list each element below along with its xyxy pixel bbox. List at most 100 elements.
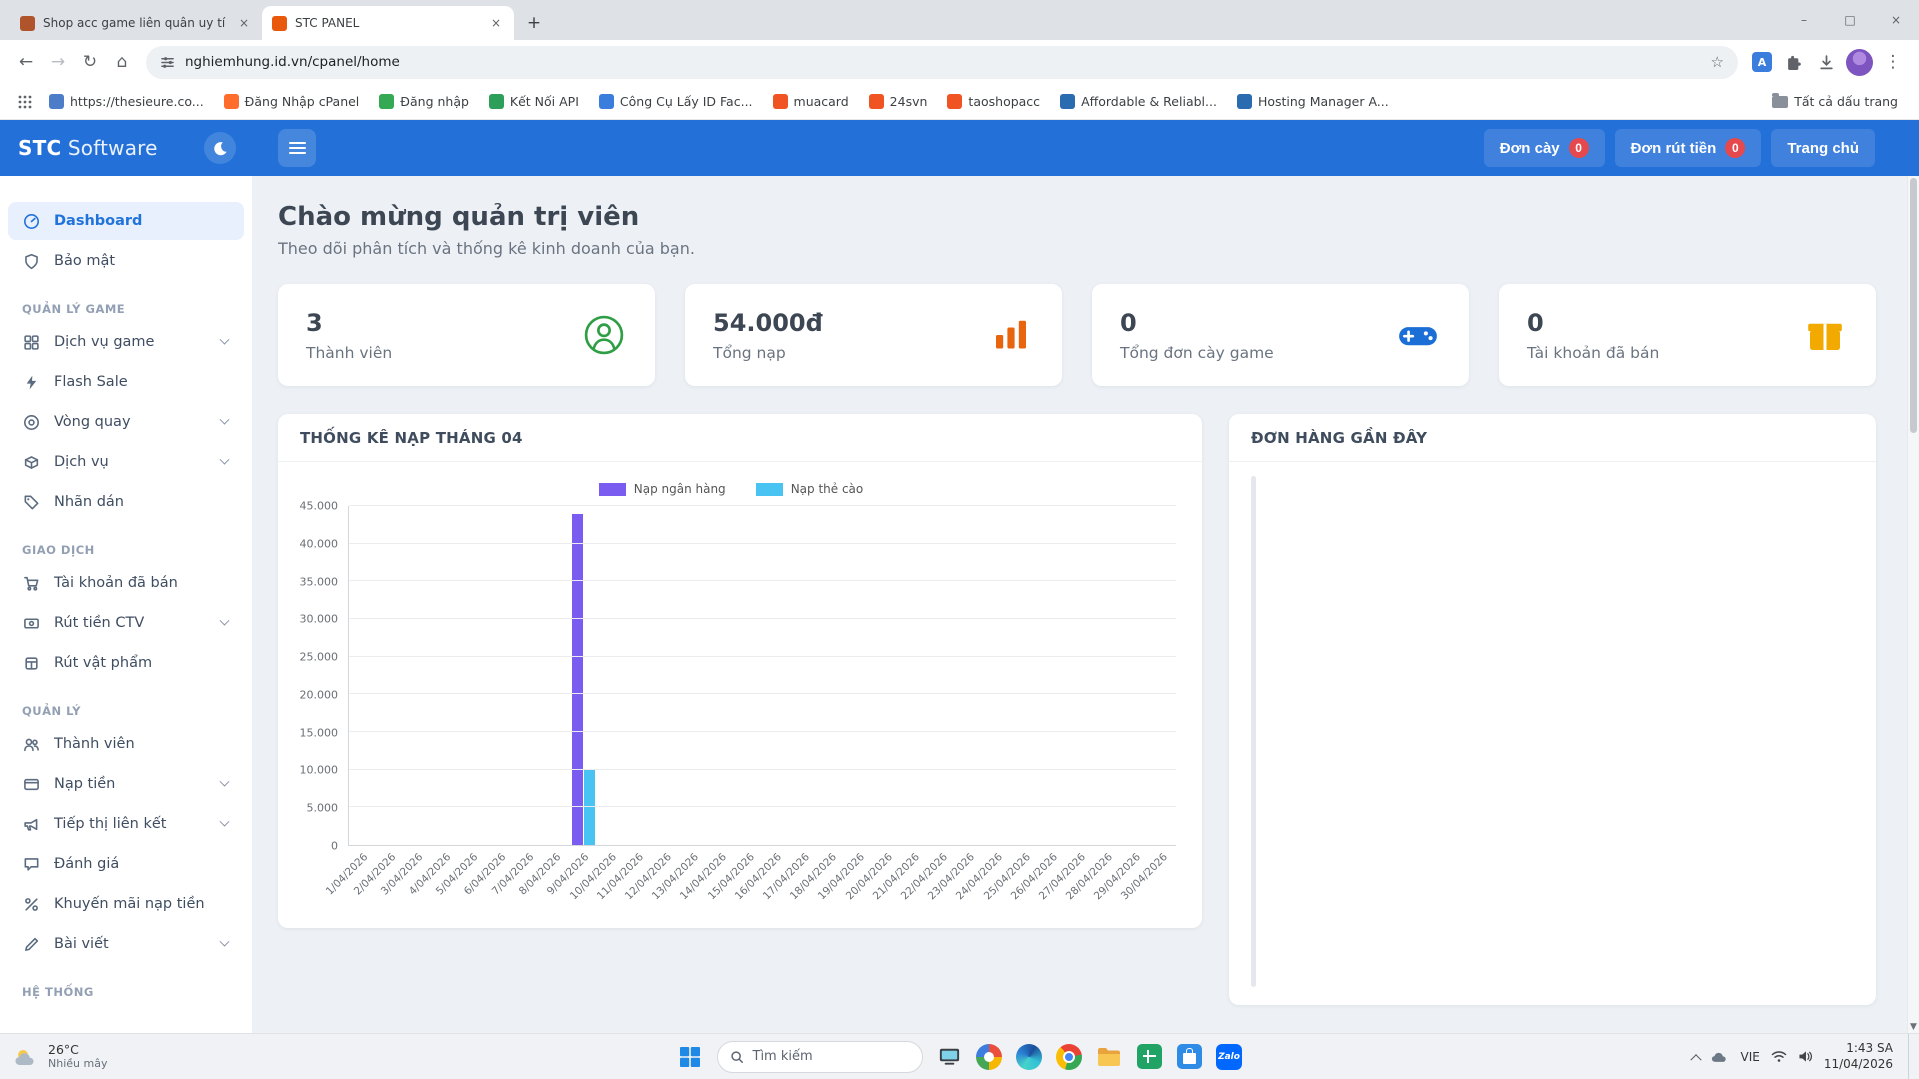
sidebar-item-vong-quay[interactable]: Vòng quay [8, 403, 244, 441]
moon-icon [213, 141, 228, 156]
new-tab-button[interactable]: + [520, 9, 548, 37]
taskbar: 26°C Nhiều mây Tìm kiếm Zalo [0, 1033, 1919, 1079]
orders-scrollbar[interactable] [1251, 476, 1256, 987]
volume-icon[interactable] [1798, 1050, 1813, 1063]
legend-item-bank[interactable]: Nạp ngân hàng [599, 482, 726, 496]
don-cay-button[interactable]: Đơn cày0 [1484, 129, 1605, 167]
user-circle-icon [581, 312, 627, 358]
tray-chevron-up-icon[interactable] [1691, 1054, 1702, 1065]
chart-category-slot [625, 506, 653, 845]
stat-card-thanh-vien: 3 Thành viên [278, 284, 655, 386]
reload-icon[interactable]: ↻ [74, 46, 106, 78]
translate-icon[interactable]: A [1746, 46, 1778, 78]
weather-widget[interactable]: 26°C Nhiều mây [14, 1042, 107, 1070]
all-bookmarks-button[interactable]: Tất cả dấu trang [1763, 90, 1907, 113]
chevron-down-icon [220, 816, 230, 826]
spreadsheet-app-icon[interactable] [1136, 1043, 1163, 1070]
bookmark-favicon [773, 94, 788, 109]
bookmark-item[interactable]: muacard [764, 90, 858, 113]
bookmark-item[interactable]: Kết Nối API [480, 90, 588, 113]
url-text: nghiemhung.id.vn/cpanel/home [185, 54, 400, 70]
sidebar-item-nap-tien[interactable]: Nạp tiền [8, 765, 244, 803]
browser-tab-shop[interactable]: Shop acc game liên quân uy tí × [10, 6, 262, 40]
chart-y-tick-label: 30.000 [300, 614, 339, 625]
stat-value: 54.000đ [713, 309, 823, 337]
chart-slots [349, 506, 1176, 845]
bookmark-item[interactable]: taoshopacc [938, 90, 1049, 113]
edge-browser-icon[interactable] [1016, 1043, 1043, 1070]
file-explorer-icon[interactable] [1096, 1043, 1123, 1070]
store-app-icon[interactable] [1176, 1043, 1203, 1070]
photos-app-icon[interactable] [976, 1043, 1003, 1070]
sidebar-item-dich-vu-game[interactable]: Dịch vụ game [8, 323, 244, 361]
don-rut-tien-button[interactable]: Đơn rút tiền0 [1615, 129, 1762, 167]
bookmark-item[interactable]: Công Cụ Lấy ID Fac... [590, 90, 762, 113]
zalo-app-icon[interactable]: Zalo [1216, 1043, 1243, 1070]
start-button[interactable] [677, 1043, 704, 1070]
sidebar-toggle-button[interactable] [278, 129, 316, 167]
address-bar[interactable]: nghiemhung.id.vn/cpanel/home ☆ [146, 46, 1738, 79]
sidebar-item-bao-mat[interactable]: Bảo mật [8, 242, 244, 280]
bookmark-item[interactable]: Hosting Manager A... [1228, 90, 1398, 113]
site-info-icon[interactable] [160, 55, 175, 70]
sidebar-item-rut-tien-ctv[interactable]: Rút tiền CTV [8, 604, 244, 642]
sidebar-item-tai-khoan-da-ban[interactable]: Tài khoản đã bán [8, 564, 244, 602]
bookmark-item[interactable]: https://thesieure.co... [40, 90, 213, 113]
chrome-browser-icon[interactable] [1056, 1043, 1083, 1070]
chart-y-tick-label: 25.000 [300, 652, 339, 663]
browser-tab-stc-panel[interactable]: STC PANEL × [262, 6, 514, 40]
sidebar-item-thanh-vien[interactable]: Thành viên [8, 725, 244, 763]
clock[interactable]: 1:43 SA 11/04/2026 [1824, 1041, 1893, 1072]
sidebar-item-danh-gia[interactable]: Đánh giá [8, 845, 244, 883]
apps-grid-icon[interactable] [12, 89, 38, 115]
sidebar-section-heading: QUẢN LÝ GAME [0, 302, 252, 316]
sidebar-item-dashboard[interactable]: Dashboard [8, 202, 244, 240]
bookmark-item[interactable]: Affordable & Reliabl... [1051, 90, 1226, 113]
bookmark-item[interactable]: Đăng Nhập cPanel [215, 90, 369, 113]
bookmark-item[interactable]: 24svn [860, 90, 937, 113]
scrollbar-thumb[interactable] [1910, 178, 1917, 433]
download-icon[interactable] [1810, 46, 1842, 78]
weather-temp: 26°C [48, 1042, 107, 1057]
stat-label: Tổng đơn cày game [1120, 344, 1274, 362]
dark-mode-toggle[interactable] [204, 132, 236, 164]
forward-icon[interactable]: → [42, 46, 74, 78]
sidebar-item-rut-vat-pham[interactable]: Rút vật phẩm [8, 644, 244, 682]
sidebar-item-dich-vu[interactable]: Dịch vụ [8, 443, 244, 481]
browser-menu-icon[interactable]: ⋮ [1877, 46, 1909, 78]
sidebar-item-flash-sale[interactable]: Flash Sale [8, 363, 244, 401]
tab-close-icon[interactable]: × [236, 15, 252, 31]
bookmark-favicon [1237, 94, 1252, 109]
desktop-app-icon[interactable] [936, 1043, 963, 1070]
bookmark-favicon [599, 94, 614, 109]
sidebar-item-khuyen-mai-nap-tien[interactable]: Khuyến mãi nạp tiền [8, 885, 244, 923]
stat-card-don-cay-game: 0 Tổng đơn cày game [1092, 284, 1469, 386]
back-icon[interactable]: ← [10, 46, 42, 78]
sidebar-item-bai-viet[interactable]: Bài viết [8, 925, 244, 963]
scrollbar-down-arrow-icon[interactable]: ▼ [1908, 1022, 1919, 1032]
sidebar-item-nhan-dan[interactable]: Nhãn dán [8, 483, 244, 521]
onedrive-cloud-icon[interactable] [1711, 1050, 1729, 1063]
legend-item-card[interactable]: Nạp thẻ cào [756, 482, 864, 496]
page-scrollbar[interactable]: ▼ [1907, 176, 1919, 1033]
maximize-icon[interactable]: □ [1827, 0, 1873, 40]
language-indicator[interactable]: VIE [1740, 1050, 1759, 1064]
bookmark-item[interactable]: Đăng nhập [370, 90, 478, 113]
minimize-icon[interactable]: – [1781, 0, 1827, 40]
weather-condition: Nhiều mây [48, 1057, 107, 1070]
extensions-puzzle-icon[interactable] [1778, 46, 1810, 78]
close-icon[interactable]: × [1873, 0, 1919, 40]
profile-avatar[interactable] [1846, 49, 1873, 76]
taskbar-search[interactable]: Tìm kiếm [717, 1041, 923, 1073]
zalo-logo: Zalo [1216, 1044, 1242, 1070]
tab-close-icon[interactable]: × [488, 15, 504, 31]
show-desktop-button[interactable] [1908, 1034, 1911, 1079]
trang-chu-button[interactable]: Trang chủ [1771, 129, 1875, 167]
home-icon[interactable]: ⌂ [106, 46, 138, 78]
wifi-icon[interactable] [1771, 1050, 1787, 1063]
app-header: STC Software Đơn cày0 Đơn rút tiền0 Tran… [0, 120, 1919, 176]
package-icon [22, 655, 41, 672]
bookmark-favicon [869, 94, 884, 109]
sidebar-item-tiep-thi-lien-ket[interactable]: Tiếp thị liên kết [8, 805, 244, 843]
bookmark-star-icon[interactable]: ☆ [1711, 53, 1724, 71]
